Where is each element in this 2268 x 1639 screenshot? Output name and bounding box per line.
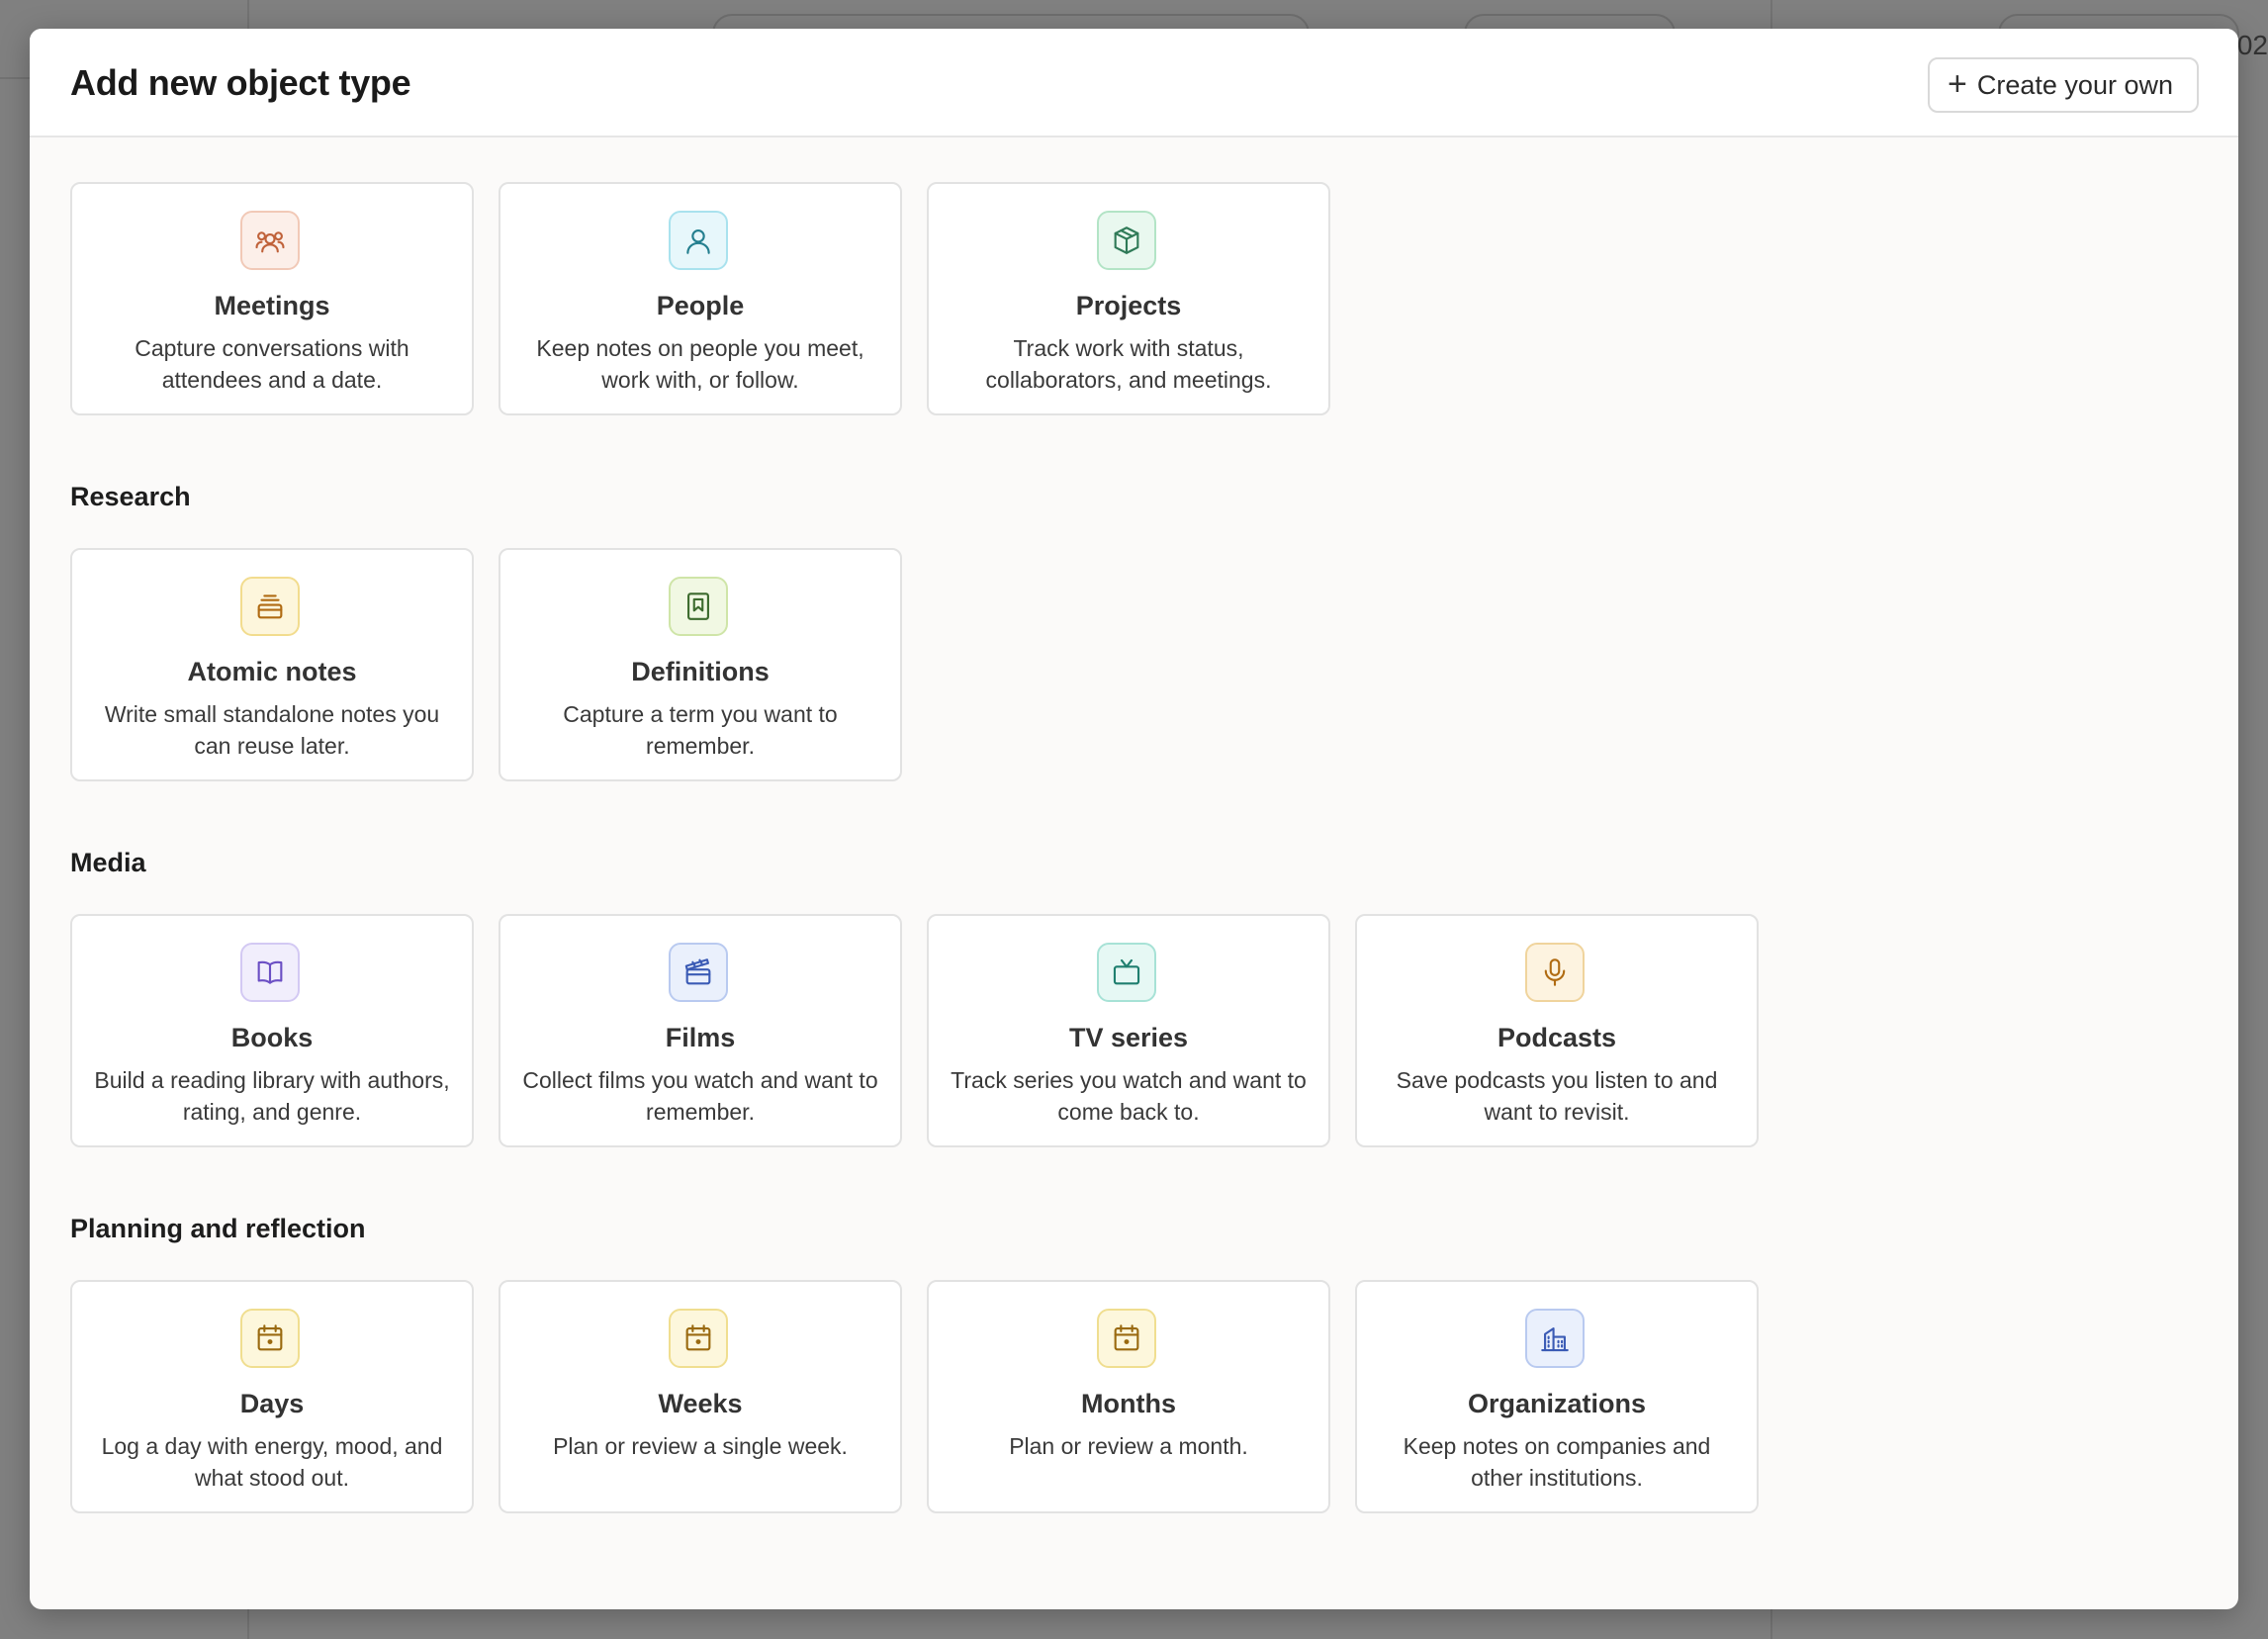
object-type-card-meetings[interactable]: Meetings Capture conversations with atten… <box>70 182 474 415</box>
plus-icon: + <box>1948 64 1967 103</box>
card-description: Capture conversations with attendees and… <box>135 335 409 393</box>
object-type-card-people[interactable]: People Keep notes on people you meet, wor… <box>499 182 902 415</box>
card-title: Organizations <box>1467 1389 1647 1418</box>
create-your-own-button[interactable]: + Create your own <box>1928 57 2199 113</box>
object-type-card-organizations[interactable]: Organizations Keep notes on companies and… <box>1355 1280 1759 1513</box>
card-description: Plan or review a month. <box>1009 1433 1248 1459</box>
modal-title: Add new object type <box>70 62 411 103</box>
card-description: Save podcasts you listen to and want to … <box>1396 1067 1718 1125</box>
card-title: Weeks <box>658 1389 743 1418</box>
card-title: Books <box>230 1023 314 1052</box>
object-type-card-books[interactable]: Books Build a reading library with author… <box>70 914 474 1147</box>
modal-header: Add new object type + Create your own <box>30 29 2238 137</box>
card-description: Keep notes on companies and other instit… <box>1403 1433 1711 1491</box>
section-title: Media <box>70 848 146 877</box>
object-type-card-projects[interactable]: Projects Track work with status, collabor… <box>927 182 1330 415</box>
card-description: Write small standalone notes you can reu… <box>104 701 440 759</box>
tv-icon <box>1097 943 1156 1002</box>
card-description: Plan or review a single week. <box>553 1433 848 1459</box>
clapperboard-icon <box>669 943 728 1002</box>
box-icon <box>1097 211 1156 270</box>
card-title: Atomic notes <box>187 657 357 686</box>
calendar-icon <box>669 1309 728 1368</box>
card-description: Track work with status, collaborators, a… <box>985 335 1272 393</box>
calendar-icon <box>240 1309 300 1368</box>
card-title: People <box>656 291 745 320</box>
card-description: Track series you watch and want to come … <box>951 1067 1307 1125</box>
card-description: Build a reading library with authors, ra… <box>94 1067 450 1125</box>
stack-icon <box>240 577 300 636</box>
card-title: Projects <box>1075 291 1182 320</box>
card-title: Definitions <box>631 657 770 686</box>
microphone-icon <box>1525 943 1585 1002</box>
card-description: Log a day with energy, mood, and what st… <box>101 1433 443 1491</box>
card-description: Collect films you watch and want to reme… <box>522 1067 878 1125</box>
calendar-icon <box>1097 1309 1156 1368</box>
create-your-own-label: Create your own <box>1976 69 2173 100</box>
card-title: Podcasts <box>1497 1023 1617 1052</box>
add-object-type-modal: Add new object type + Create your own Me… <box>30 29 2238 1609</box>
section-title: Planning and reflection <box>70 1214 366 1243</box>
book-icon <box>240 943 300 1002</box>
card-description: Capture a term you want to remember. <box>563 701 838 759</box>
object-type-card-weeks[interactable]: Weeks Plan or review a single week. <box>499 1280 902 1513</box>
object-type-card-podcasts[interactable]: Podcasts Save podcasts you listen to and … <box>1355 914 1759 1147</box>
card-title: Days <box>239 1389 305 1418</box>
people-group-icon <box>240 211 300 270</box>
object-type-card-months[interactable]: Months Plan or review a month. <box>927 1280 1330 1513</box>
building-icon <box>1525 1309 1585 1368</box>
object-type-card-films[interactable]: Films Collect films you watch and want to… <box>499 914 902 1147</box>
object-type-card-atomic-notes[interactable]: Atomic notes Write small standalone notes… <box>70 548 474 781</box>
section-title: Research <box>70 482 191 511</box>
card-description: Keep notes on people you meet, work with… <box>536 335 864 393</box>
bookmark-icon <box>669 577 728 636</box>
object-type-card-days[interactable]: Days Log a day with energy, mood, and wha… <box>70 1280 474 1513</box>
card-title: TV series <box>1068 1023 1189 1052</box>
person-icon <box>669 211 728 270</box>
card-title: Months <box>1081 1389 1176 1418</box>
object-type-card-tv-series[interactable]: TV series Track series you watch and want… <box>927 914 1330 1147</box>
card-title: Meetings <box>214 291 330 320</box>
card-title: Films <box>665 1023 736 1052</box>
object-type-card-definitions[interactable]: Definitions Capture a term you want to re… <box>499 548 902 781</box>
